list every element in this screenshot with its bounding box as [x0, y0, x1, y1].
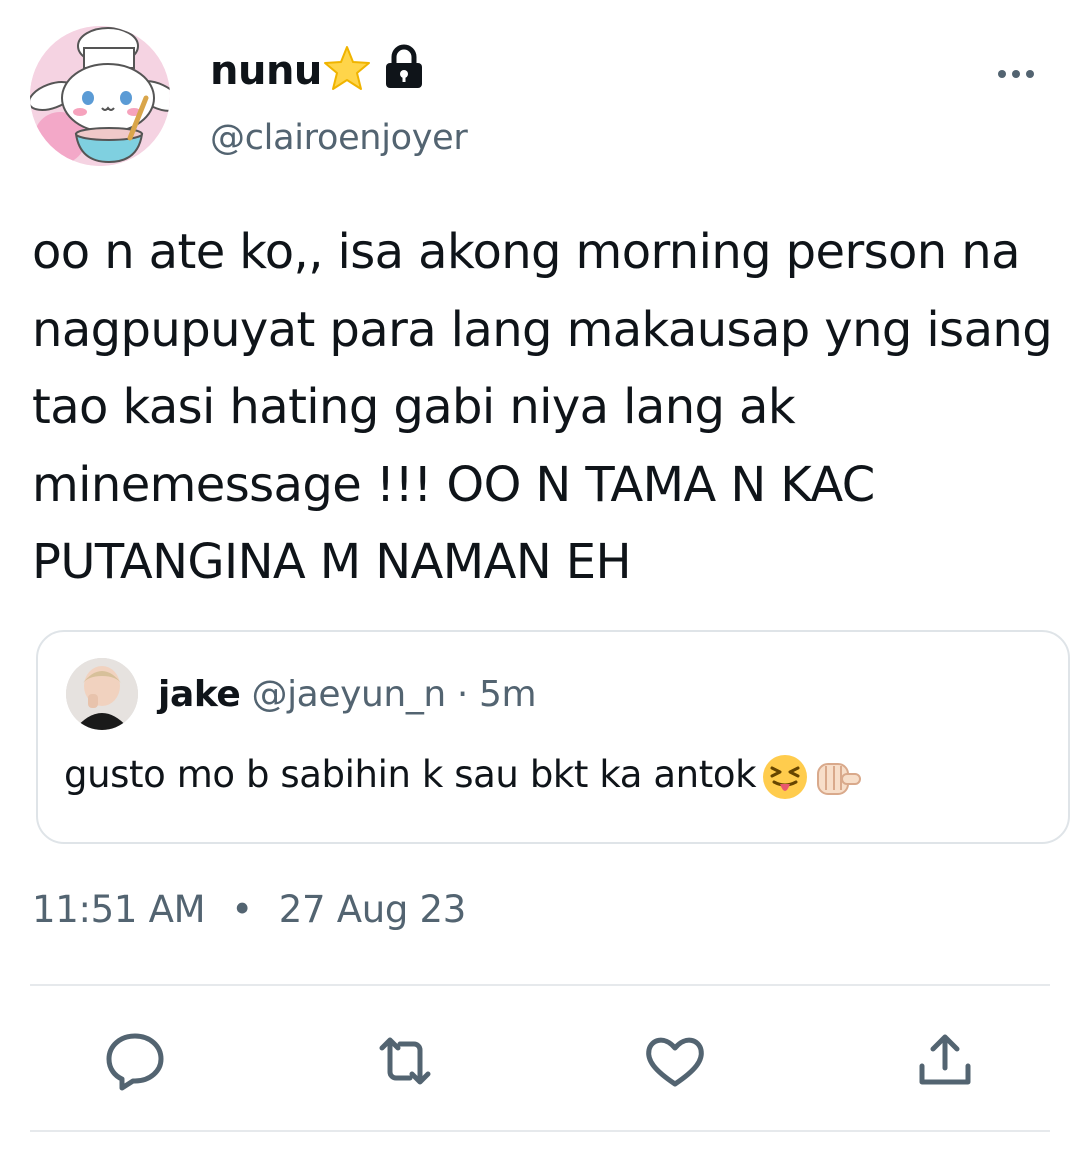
squinting-tongue-face-icon — [763, 754, 808, 799]
star-icon — [324, 46, 370, 90]
author-name[interactable]: nunu — [210, 44, 322, 98]
quoted-tweet-header: jake @jaeyun_n · 5m — [158, 670, 537, 720]
divider — [30, 1130, 1050, 1132]
quoted-author-name: jake — [158, 674, 241, 715]
pointing-fist-icon — [817, 762, 862, 795]
quoted-tweet-text-line: gusto mo b sabihin k sau bkt ka antok — [64, 750, 864, 802]
retweet-icon[interactable] — [370, 1026, 440, 1096]
divider — [30, 984, 1050, 986]
quoted-tweet-card[interactable]: jake @jaeyun_n · 5m gusto mo b sabihin k… — [36, 630, 1070, 844]
quoted-author-avatar — [66, 658, 138, 730]
share-icon[interactable] — [910, 1026, 980, 1096]
quoted-separator: · — [456, 674, 468, 715]
tweet-text: oo n ate ko,, isa akong morning person n… — [32, 224, 1053, 590]
quoted-tweet-text: gusto mo b sabihin k sau bkt ka antok — [64, 753, 757, 796]
more-options-icon[interactable] — [996, 62, 1036, 86]
author-handle[interactable]: @clairoenjoyer — [210, 114, 468, 162]
quoted-time: 5m — [479, 674, 537, 715]
tweet-timestamp[interactable]: 11:51 AM • 27 Aug 23 — [32, 884, 466, 936]
tweet-time: 11:51 AM — [32, 888, 206, 931]
like-icon[interactable] — [640, 1026, 710, 1096]
reply-icon[interactable] — [100, 1026, 170, 1096]
author-avatar[interactable] — [30, 26, 170, 166]
lock-icon — [386, 44, 422, 88]
tweet-date: 27 Aug 23 — [278, 888, 467, 931]
timestamp-separator: • — [231, 888, 253, 931]
quoted-author-handle: @jaeyun_n — [251, 674, 446, 715]
